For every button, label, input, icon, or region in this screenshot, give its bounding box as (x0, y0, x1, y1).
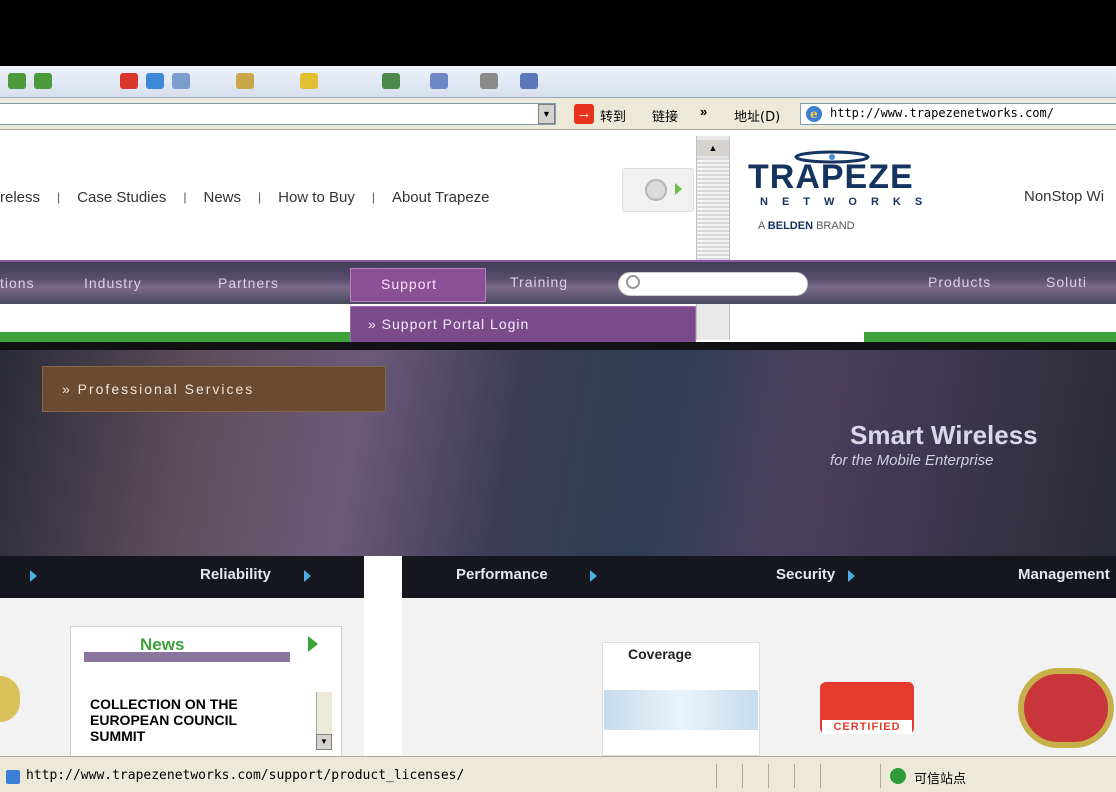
certified-label: CERTIFIED (822, 720, 912, 734)
magnifier-icon[interactable] (626, 275, 640, 289)
go-arrow-icon[interactable]: → (574, 104, 594, 124)
topnav-item-about[interactable]: About Trapeze (392, 189, 490, 206)
forward-icon[interactable] (34, 73, 52, 89)
hero-link-security[interactable]: Security (776, 566, 835, 583)
logo-brand-name: BELDEN (767, 220, 814, 232)
support-portal-login-link[interactable]: » Support Portal Login (368, 316, 529, 332)
search-icon[interactable] (236, 73, 254, 89)
news-arrow-icon[interactable] (308, 636, 318, 652)
back-icon[interactable] (8, 73, 26, 89)
coverage-image (604, 690, 758, 730)
topnav-separator: | (258, 190, 262, 204)
topnav-item-case-studies[interactable]: Case Studies (77, 189, 166, 206)
nav-spacer (864, 306, 1116, 332)
dropdown-arrow-icon[interactable]: ▼ (538, 104, 555, 124)
header-tagline: NonStop Wi (1024, 188, 1105, 205)
history-icon[interactable] (382, 73, 400, 89)
scroll-down-icon[interactable]: ▼ (316, 734, 332, 750)
stop-icon[interactable] (120, 73, 138, 89)
status-separator (794, 764, 795, 788)
logo-wordmark[interactable]: TRAPEZE (748, 158, 914, 197)
globe-icon (645, 179, 667, 201)
scroll-up-icon[interactable]: ▲ (697, 140, 729, 156)
mainnav-item-partners[interactable]: Partners (218, 275, 279, 291)
mainnav-item-products[interactable]: Products (928, 274, 991, 290)
scroll-thumb[interactable] (697, 158, 729, 270)
topnav-item-wireless[interactable]: reless (0, 189, 40, 206)
print-icon[interactable] (480, 73, 498, 89)
window-titlebar (0, 0, 1116, 66)
logo-brand-line: A BELDEN BRAND (758, 220, 855, 232)
arrow-right-icon (675, 183, 682, 195)
mail-icon[interactable] (430, 73, 448, 89)
logo-subtitle: NETWORKS (760, 196, 937, 208)
top-nav: reless | Case Studies | News | How to Bu… (0, 186, 490, 208)
hero-link-reliability[interactable]: Reliability (200, 566, 271, 583)
status-url: http://www.trapezenetworks.com/support/p… (26, 768, 465, 783)
mainnav-item-solutions[interactable]: tions (0, 275, 35, 291)
links-button[interactable]: 链接 (652, 106, 678, 125)
topnav-separator: | (57, 190, 61, 204)
topnav-item-news[interactable]: News (203, 189, 241, 206)
home-icon[interactable] (172, 73, 190, 89)
hero-title: Smart Wireless (850, 420, 1038, 450)
toolbar-input-field[interactable] (0, 103, 556, 125)
topnav-item-how-to-buy[interactable]: How to Buy (278, 189, 355, 206)
coverage-label: Coverage (628, 646, 692, 662)
status-separator (742, 764, 743, 788)
logo-brand-prefix: A (758, 220, 768, 232)
address-url[interactable]: http://www.trapezenetworks.com/ (830, 106, 1054, 120)
standard-toolbar (0, 66, 1116, 98)
accent-bar (864, 332, 1116, 342)
topnav-separator: | (371, 190, 375, 204)
language-globe-button[interactable] (622, 168, 694, 212)
refresh-icon[interactable] (146, 73, 164, 89)
mainnav-item-training[interactable]: Training (510, 274, 568, 290)
arrow-right-icon[interactable] (304, 570, 311, 582)
hero-link-management[interactable]: Management (1018, 566, 1110, 583)
trusted-zone-icon (890, 768, 906, 784)
award-badge[interactable] (1018, 668, 1114, 748)
professional-services-link[interactable]: » Professional Services (62, 381, 254, 397)
status-separator (820, 764, 821, 788)
logo-brand-suffix: BRAND (813, 220, 855, 232)
favorites-icon[interactable] (300, 73, 318, 89)
mainnav-item-industry[interactable]: Industry (84, 275, 142, 291)
news-divider (84, 652, 290, 662)
address-label: 地址(D) (734, 110, 781, 125)
mainnav-item-solutions-right[interactable]: Soluti (1046, 274, 1087, 290)
status-separator (880, 764, 881, 788)
hero-subtitle: for the Mobile Enterprise (830, 452, 994, 469)
mainnav-support-label: Support (381, 276, 438, 292)
status-separator (768, 764, 769, 788)
hero-link-strip (0, 556, 1116, 598)
hero-top-edge (0, 342, 1116, 350)
status-separator (716, 764, 717, 788)
links-chevron-icon[interactable]: » (700, 104, 707, 119)
security-zone: 可信站点 (914, 772, 967, 787)
go-button[interactable]: 转到 (600, 106, 626, 125)
page-status-icon (6, 770, 20, 784)
mainnav-item-support[interactable]: Support (350, 268, 486, 302)
arrow-right-icon[interactable] (30, 570, 37, 582)
accent-bar (0, 332, 350, 342)
topnav-separator: | (183, 190, 187, 204)
hero-link-performance[interactable]: Performance (456, 566, 548, 583)
arrow-right-icon[interactable] (590, 570, 597, 582)
ie-page-icon: e (806, 106, 822, 122)
edit-icon[interactable] (520, 73, 538, 89)
content-gap (364, 556, 402, 756)
arrow-right-icon[interactable] (848, 570, 855, 582)
site-search-input[interactable] (618, 272, 808, 296)
news-headline[interactable]: COLLECTION ON THE EUROPEAN COUNCIL SUMMI… (90, 696, 290, 744)
